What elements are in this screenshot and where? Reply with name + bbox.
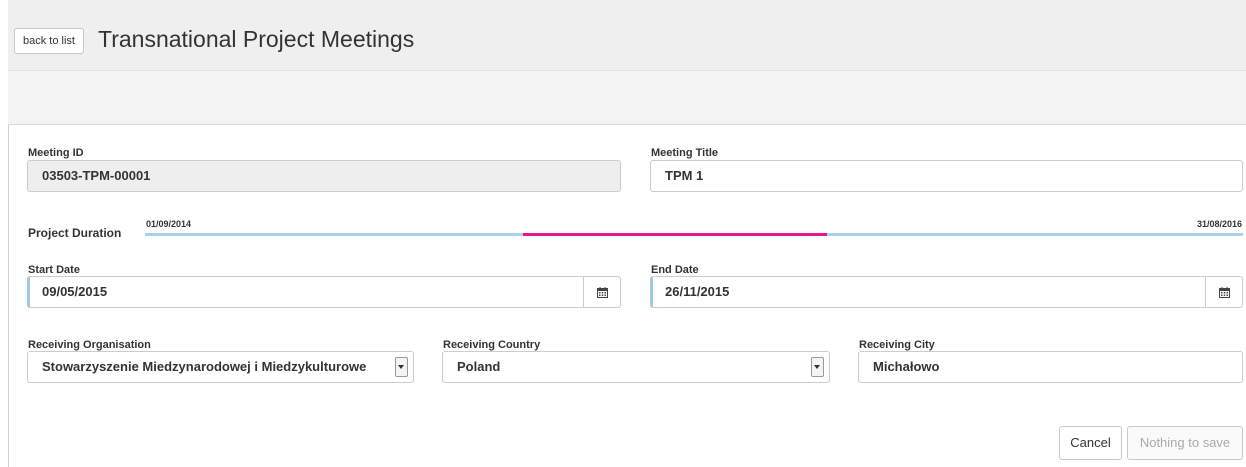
meeting-period-segment xyxy=(523,233,827,236)
receiving-country-select[interactable]: Poland xyxy=(442,351,830,383)
start-date-calendar-button[interactable] xyxy=(583,277,620,307)
duration-start-date: 01/09/2014 xyxy=(146,219,192,229)
chevron-down-icon[interactable] xyxy=(811,357,824,377)
project-duration-label: Project Duration xyxy=(28,226,122,240)
duration-timeline xyxy=(145,233,1243,236)
receiving-city-input[interactable]: Michałowo xyxy=(858,351,1243,383)
meeting-title-value: TPM 1 xyxy=(665,168,704,183)
start-date-label: Start Date xyxy=(28,264,80,276)
receiving-country-value: Poland xyxy=(457,359,501,374)
page-title: Transnational Project Meetings xyxy=(98,26,415,52)
end-date-input[interactable]: 26/11/2015 xyxy=(650,276,1243,308)
duration-end-date: 31/08/2016 xyxy=(1196,219,1242,229)
calendar-icon xyxy=(1218,286,1230,298)
start-date-value: 09/05/2015 xyxy=(42,284,108,299)
end-date-value: 26/11/2015 xyxy=(665,284,730,299)
receiving-country-label: Receiving Country xyxy=(443,339,541,351)
meeting-id-field: 03503-TPM-00001 xyxy=(27,160,621,192)
end-date-calendar-button[interactable] xyxy=(1205,277,1242,307)
receiving-organisation-label: Receiving Organisation xyxy=(28,339,151,351)
end-date-label: End Date xyxy=(651,264,699,276)
meeting-id-value: 03503-TPM-00001 xyxy=(42,168,151,183)
meeting-title-input[interactable]: TPM 1 xyxy=(650,160,1243,192)
save-button[interactable]: Nothing to save xyxy=(1127,426,1243,460)
chevron-down-icon[interactable] xyxy=(395,357,408,377)
back-to-list-button[interactable]: back to list xyxy=(14,28,84,54)
calendar-icon xyxy=(596,286,608,298)
receiving-organisation-select[interactable]: Stowarzyszenie Miedzynarodowej i Miedzyk… xyxy=(27,351,414,383)
receiving-organisation-value: Stowarzyszenie Miedzynarodowej i Miedzyk… xyxy=(42,359,367,374)
meeting-title-label: Meeting Title xyxy=(651,147,719,159)
receiving-city-value: Michałowo xyxy=(873,359,940,374)
start-date-input[interactable]: 09/05/2015 xyxy=(27,276,621,308)
meeting-id-label: Meeting ID xyxy=(28,147,84,159)
toolbar-area xyxy=(8,71,1246,125)
cancel-button[interactable]: Cancel xyxy=(1059,426,1122,460)
receiving-city-label: Receiving City xyxy=(859,339,935,351)
